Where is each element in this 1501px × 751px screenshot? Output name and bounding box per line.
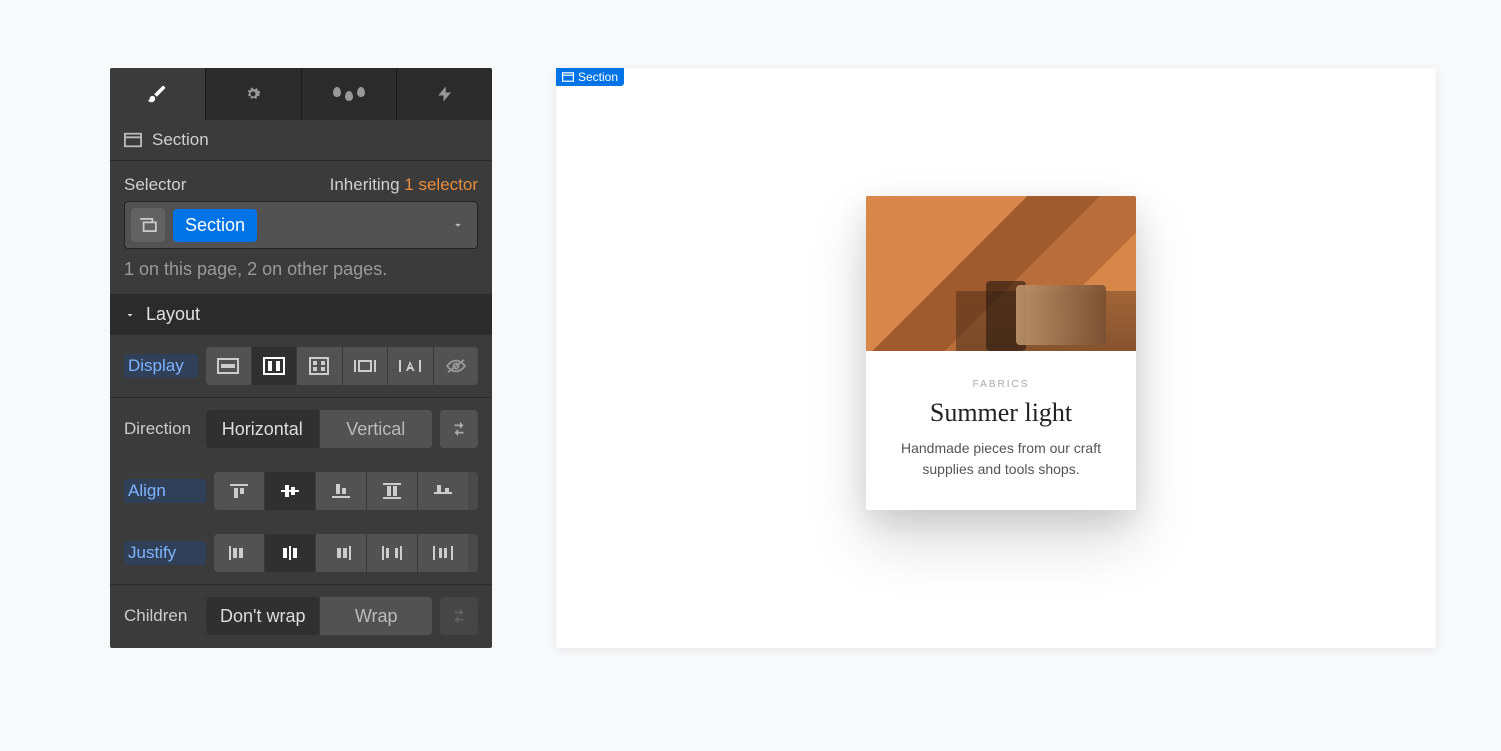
card-category: FABRICS — [890, 379, 1112, 390]
element-tag-label: Section — [578, 70, 618, 84]
states-icon — [139, 218, 157, 232]
panel-tabs — [110, 68, 492, 120]
inline-block-icon — [354, 358, 376, 374]
justify-center[interactable] — [264, 534, 315, 572]
align-baseline[interactable] — [417, 472, 468, 510]
brush-icon — [146, 83, 168, 105]
breadcrumb-label: Section — [152, 130, 209, 150]
section-icon — [124, 132, 142, 148]
tab-style[interactable] — [110, 68, 205, 120]
justify-center-icon — [279, 544, 301, 562]
display-block[interactable] — [206, 347, 251, 385]
justify-between-icon — [381, 544, 403, 562]
section-header-layout[interactable]: Layout — [110, 294, 492, 335]
display-row: Display — [110, 335, 492, 397]
card-body: FABRICS Summer light Handmade pieces fro… — [866, 351, 1136, 510]
selector-usage: 1 on this page, 2 on other pages. — [110, 249, 492, 294]
selector-state-button[interactable] — [131, 208, 165, 242]
direction-reverse[interactable] — [440, 410, 478, 448]
swap-icon — [450, 422, 468, 436]
tab-settings[interactable] — [205, 68, 301, 120]
direction-vertical[interactable]: Vertical — [319, 410, 433, 448]
hidden-icon — [445, 358, 467, 374]
lightning-icon — [436, 85, 454, 103]
inline-icon — [399, 358, 421, 374]
align-start-icon — [228, 482, 250, 500]
display-grid[interactable] — [296, 347, 342, 385]
gear-icon — [243, 84, 263, 104]
card-description: Handmade pieces from our craft supplies … — [890, 438, 1112, 480]
tab-effects[interactable] — [301, 68, 397, 120]
justify-end-icon — [330, 544, 352, 562]
display-none[interactable] — [433, 347, 479, 385]
justify-end[interactable] — [315, 534, 366, 572]
selector-input[interactable]: Section — [124, 201, 478, 249]
direction-horizontal[interactable]: Horizontal — [206, 410, 319, 448]
align-end[interactable] — [315, 472, 366, 510]
inheriting-text: Inheriting 1 selector — [330, 175, 478, 195]
justify-between[interactable] — [366, 534, 417, 572]
justify-around[interactable] — [417, 534, 468, 572]
align-stretch-icon — [381, 482, 403, 500]
justify-start-icon — [228, 544, 250, 562]
caret-down-icon — [124, 309, 136, 321]
card-image — [866, 196, 1136, 351]
align-label: Align — [124, 479, 206, 503]
block-icon — [217, 358, 239, 374]
children-label: Children — [124, 606, 198, 626]
align-center-icon — [279, 482, 301, 500]
inheriting-count[interactable]: 1 selector — [404, 175, 478, 194]
justify-row: Justify — [110, 522, 492, 584]
style-panel: Section Selector Inheriting 1 selector S… — [110, 68, 492, 648]
display-inline[interactable] — [387, 347, 433, 385]
breadcrumb: Section — [110, 120, 492, 161]
children-reverse[interactable] — [440, 597, 478, 635]
content-card[interactable]: FABRICS Summer light Handmade pieces fro… — [866, 196, 1136, 510]
children-wrap[interactable]: Wrap — [319, 597, 432, 635]
direction-label: Direction — [124, 419, 198, 439]
align-stretch[interactable] — [366, 472, 417, 510]
justify-start[interactable] — [214, 534, 264, 572]
chevron-down-icon[interactable] — [451, 218, 465, 232]
justify-around-icon — [432, 544, 454, 562]
direction-row: Direction Horizontal Vertical — [110, 398, 492, 460]
selector-row: Selector Inheriting 1 selector — [110, 161, 492, 201]
align-start[interactable] — [214, 472, 264, 510]
align-baseline-icon — [432, 482, 454, 500]
droplets-icon — [333, 87, 365, 101]
align-row: Align — [110, 460, 492, 522]
display-inline-block[interactable] — [342, 347, 388, 385]
children-nowrap[interactable]: Don't wrap — [206, 597, 319, 635]
selector-label: Selector — [124, 175, 186, 195]
tab-interactions[interactable] — [396, 68, 492, 120]
children-row: Children Don't wrap Wrap — [110, 585, 492, 647]
flex-icon — [263, 357, 285, 375]
section-icon — [562, 72, 574, 82]
display-label: Display — [124, 354, 198, 378]
class-chip[interactable]: Section — [173, 209, 257, 242]
justify-label: Justify — [124, 541, 206, 565]
element-tag[interactable]: Section — [556, 68, 624, 86]
canvas-section[interactable]: Section FABRICS Summer light Handmade pi… — [556, 68, 1436, 648]
display-flex[interactable] — [251, 347, 297, 385]
align-center[interactable] — [264, 472, 315, 510]
section-header-label: Layout — [146, 304, 200, 325]
grid-icon — [309, 357, 329, 375]
card-title: Summer light — [890, 398, 1112, 428]
swap-icon — [450, 609, 468, 623]
align-end-icon — [330, 482, 352, 500]
